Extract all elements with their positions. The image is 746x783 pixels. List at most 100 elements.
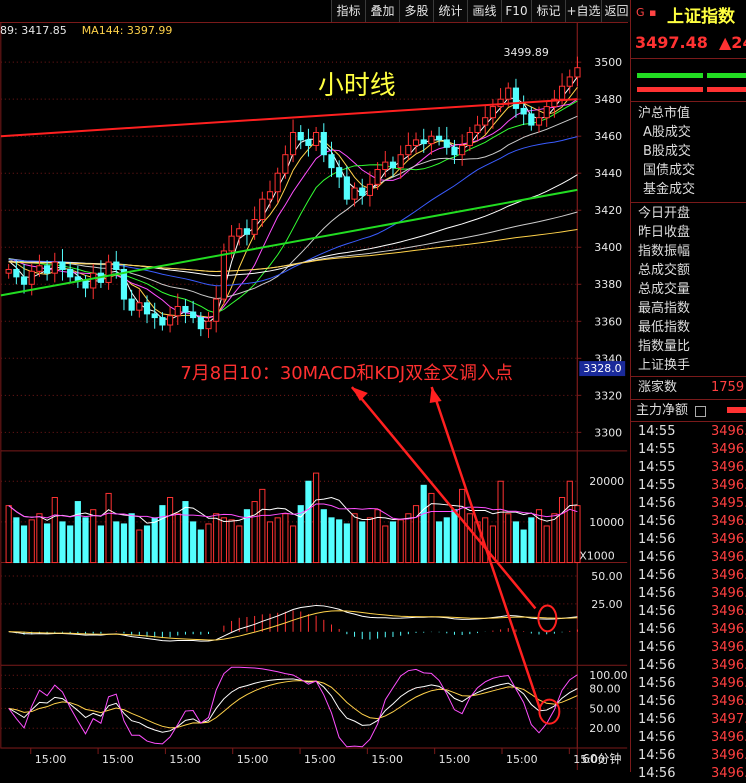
- toolbar-button-8[interactable]: 返回: [601, 0, 631, 22]
- volume-bar: [136, 529, 143, 564]
- candle: [512, 87, 520, 109]
- volume-bar: [297, 505, 304, 564]
- volume-bar: [67, 525, 74, 564]
- tick-time: 14:56: [638, 712, 676, 727]
- kdj-tick-label: 20.00: [589, 722, 620, 735]
- volume-bar: [497, 480, 504, 564]
- candle: [305, 139, 312, 146]
- turnover-row: 基金成交: [631, 180, 746, 199]
- toolbar-button-2[interactable]: 多股: [399, 0, 433, 22]
- tick-price: 3496.: [711, 478, 746, 493]
- volume-bar: [143, 525, 151, 564]
- volume-bar: [551, 513, 558, 564]
- volume-bar: [97, 525, 104, 564]
- candle: [182, 305, 189, 313]
- advance-label: 涨家数: [638, 380, 678, 395]
- volume-bar: [282, 513, 289, 564]
- candle: [574, 67, 581, 78]
- volume-bar: [397, 519, 404, 564]
- tick-row: 14:56 3496.: [631, 603, 746, 621]
- volume-bar: [328, 517, 335, 564]
- candle: [543, 106, 550, 119]
- candle: [105, 261, 112, 283]
- stat-row: 指数量比: [631, 337, 746, 356]
- tick-time: 14:55: [638, 442, 676, 457]
- tick-time: 14:56: [638, 694, 676, 709]
- tick-price: 3496.: [711, 424, 746, 439]
- tick-price: 3496.: [711, 550, 746, 565]
- turnover-label: 沪总市值: [638, 106, 691, 121]
- turnover-row: 沪总市值: [631, 104, 746, 123]
- stat-label: 指数振幅: [638, 244, 691, 259]
- price-tick-label: 3360: [594, 315, 622, 328]
- flow-row[interactable]: 主力净额: [631, 401, 746, 420]
- volume-bar: [451, 509, 458, 564]
- volume-bar: [574, 505, 581, 564]
- tick-time: 14:55: [638, 478, 676, 493]
- vol-unit-label: X1000: [579, 550, 614, 563]
- candle: [128, 298, 135, 311]
- candle: [251, 218, 258, 235]
- tick-row: 14:55 3496.: [631, 441, 746, 459]
- dropdown-icon[interactable]: ▪: [649, 6, 656, 19]
- tick-price: 3497.: [711, 712, 746, 727]
- tick-price: 3495.: [711, 496, 746, 511]
- volume-bar: [443, 517, 450, 564]
- volume-bar: [389, 521, 397, 564]
- toolbar-button-0[interactable]: 指标: [331, 0, 365, 22]
- stat-row: 昨日收盘: [631, 223, 746, 242]
- tick-row: 14:55 3496.: [631, 477, 746, 495]
- volume-bar: [220, 517, 227, 564]
- volume-bar: [128, 513, 135, 564]
- candle: [159, 317, 166, 326]
- volume-bar: [558, 496, 566, 564]
- kdj-tick-label: 50.00: [589, 702, 620, 715]
- toolbar-button-3[interactable]: 统计: [433, 0, 467, 22]
- candle: [13, 268, 20, 278]
- candle: [205, 320, 212, 330]
- volume-bar: [236, 525, 243, 564]
- candle: [313, 131, 320, 146]
- tick-time: 14:56: [638, 568, 676, 583]
- tick-row: 14:56 3496.: [631, 585, 746, 603]
- volume-bar: [459, 488, 466, 564]
- x-tick-label: 15:00: [237, 753, 269, 766]
- tick-row: 14:56 3496.: [631, 513, 746, 531]
- candle: [36, 265, 43, 272]
- list-icon[interactable]: [695, 406, 706, 417]
- volume-bar: [197, 529, 204, 564]
- tick-row: 14:56 3496.: [631, 531, 746, 549]
- candle: [459, 144, 466, 156]
- breadth-bar-green-2: [707, 73, 746, 78]
- toolbar-button-1[interactable]: 叠加: [365, 0, 399, 22]
- stat-row: 上证换手: [631, 356, 746, 375]
- toolbar-button-4[interactable]: 画线: [467, 0, 501, 22]
- candle: [243, 228, 251, 235]
- kline-chart[interactable]: 3300332033403360338034003420344034603480…: [0, 22, 628, 770]
- volume-bar: [274, 517, 281, 564]
- candle: [90, 272, 97, 289]
- candle: [166, 315, 174, 326]
- candle: [213, 298, 220, 322]
- volume-bar: [336, 519, 343, 564]
- tick-time: 14:56: [638, 676, 676, 691]
- volume-bar: [251, 501, 258, 564]
- candle: [443, 139, 450, 148]
- volume-bar: [90, 509, 97, 564]
- volume-bar: [351, 513, 358, 564]
- tick-time: 14:55: [638, 460, 676, 475]
- tick-time: 14:56: [638, 658, 676, 673]
- peak-label: 3499.89: [503, 46, 548, 59]
- toolbar-button-5[interactable]: F10: [501, 0, 531, 22]
- volume-bar: [359, 521, 366, 564]
- toolbar-button-7[interactable]: +自选: [565, 0, 601, 22]
- volume-bar: [343, 523, 350, 564]
- tick-price: 3496.: [711, 586, 746, 601]
- flow-label: 主力净额: [636, 403, 689, 418]
- toolbar-button-6[interactable]: 标记: [531, 0, 565, 22]
- turnover-label: 国债成交: [643, 163, 696, 178]
- volume-bar: [182, 501, 189, 564]
- tick-price: 3496.: [711, 442, 746, 457]
- candle: [228, 235, 235, 252]
- candle: [328, 154, 335, 169]
